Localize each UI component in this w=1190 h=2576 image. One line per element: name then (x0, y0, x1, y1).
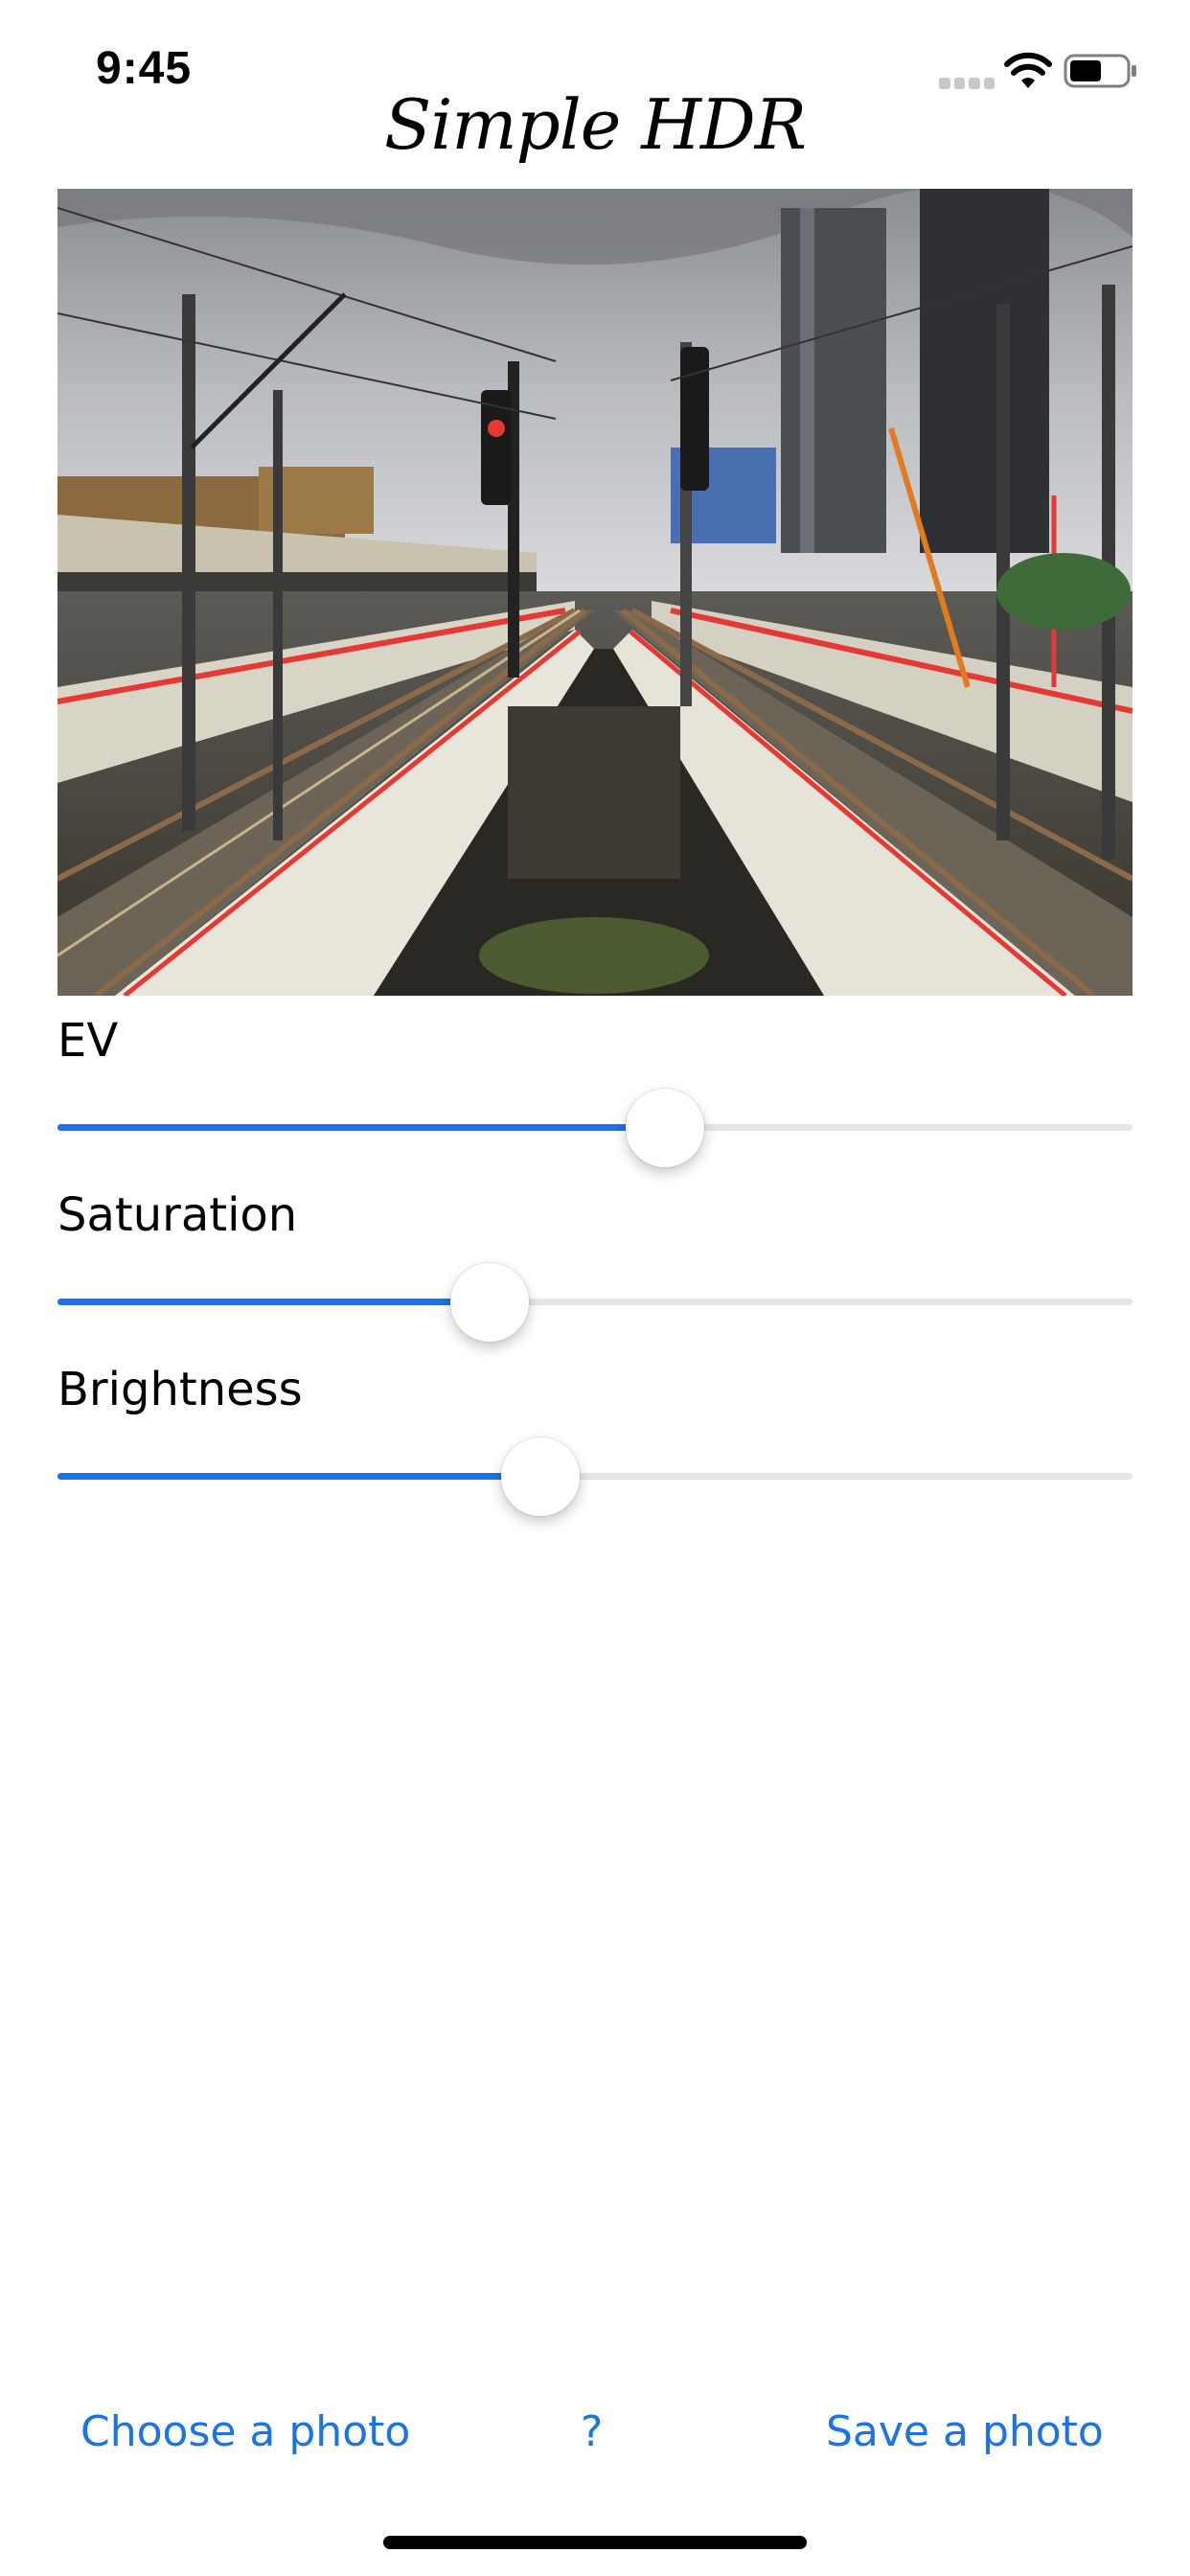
ev-label: EV (57, 1014, 119, 1068)
slider-fill (57, 1473, 540, 1480)
ev-slider[interactable] (57, 1089, 1133, 1167)
saturation-slider[interactable] (57, 1263, 1133, 1342)
brightness-label: Brightness (57, 1363, 303, 1416)
brightness-slider[interactable] (57, 1438, 1133, 1516)
saturation-label: Saturation (57, 1188, 298, 1242)
battery-icon (1064, 54, 1136, 88)
slider-thumb[interactable] (500, 1438, 580, 1516)
help-button[interactable]: ? (581, 2407, 603, 2456)
slider-thumb[interactable] (625, 1089, 704, 1167)
slider-fill (57, 1299, 491, 1305)
save-photo-button[interactable]: Save a photo (826, 2407, 1104, 2456)
slider-thumb[interactable] (450, 1263, 530, 1342)
choose-photo-button[interactable]: Choose a photo (80, 2407, 410, 2456)
home-indicator (383, 2536, 807, 2549)
railway-photo-image (57, 189, 1133, 996)
slider-fill (57, 1124, 665, 1131)
app-title: Simple HDR (384, 84, 807, 165)
photo-preview (57, 189, 1133, 996)
